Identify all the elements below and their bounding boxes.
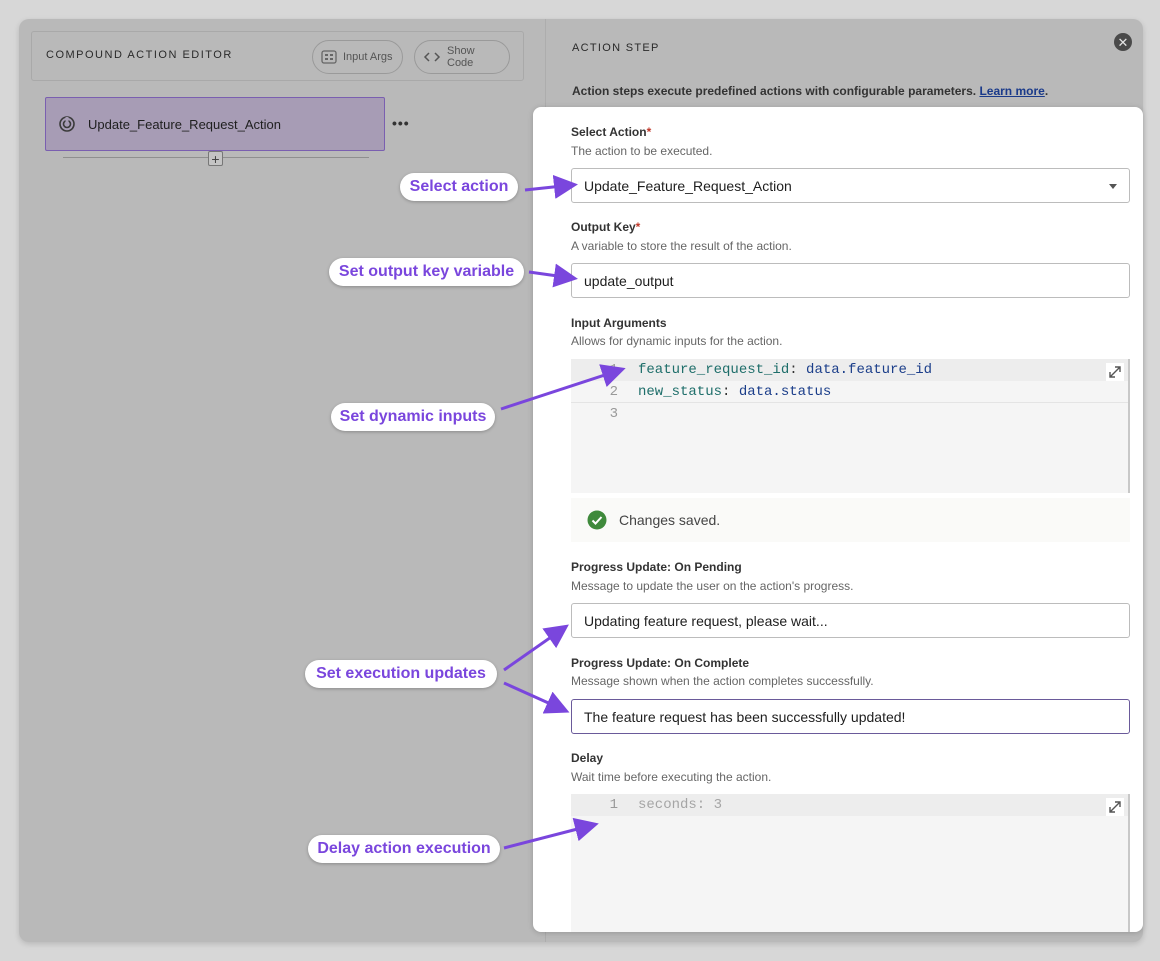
select-action-label: Select Action* (571, 125, 652, 139)
input-args-icon (321, 50, 337, 64)
progress-complete-label: Progress Update: On Complete (571, 656, 750, 670)
node-more-menu-icon[interactable]: ••• (392, 115, 410, 131)
progress-pending-input[interactable]: Updating feature request, please wait... (571, 603, 1130, 638)
progress-pending-label: Progress Update: On Pending (571, 560, 742, 574)
action-node-icon (59, 116, 75, 132)
delay-label: Delay (571, 751, 604, 765)
code-line: 2 new_status: data.status (571, 381, 1128, 403)
annotation-execution-updates: Set execution updates (305, 660, 497, 688)
delay-editor[interactable]: 1 seconds: 3 (571, 794, 1130, 932)
learn-more-link[interactable]: Learn more (979, 84, 1044, 98)
annotation-select-action: Select action (400, 173, 518, 201)
delay-code-text: seconds: 3 (638, 797, 723, 813)
output-key-help: A variable to store the result of the ac… (571, 239, 792, 253)
caret-down-icon (1109, 184, 1117, 189)
select-action-dropdown[interactable]: Update_Feature_Request_Action (571, 168, 1130, 203)
add-step-button[interactable]: + (208, 151, 223, 166)
line-number: 1 (609, 362, 618, 378)
select-action-help: The action to be executed. (571, 144, 713, 158)
editor-header: COMPOUND ACTION EDITOR Input Args Show C… (31, 31, 524, 81)
check-circle-icon (587, 510, 607, 530)
action-step-title: ACTION STEP (572, 42, 660, 54)
progress-complete-value: The feature request has been successfull… (584, 708, 906, 725)
input-args-button[interactable]: Input Args (312, 40, 403, 74)
code-key: new_status (638, 384, 723, 400)
action-step-description: Action steps execute predefined actions … (572, 84, 1049, 98)
output-key-label: Output Key* (571, 220, 641, 234)
compound-action-editor-pane: COMPOUND ACTION EDITOR Input Args Show C… (19, 19, 545, 942)
code-key: feature_request_id (638, 362, 790, 378)
code-brackets-icon (423, 52, 441, 62)
input-args-label: Input Args (343, 51, 393, 63)
line-number: 1 (609, 797, 618, 813)
close-icon[interactable]: ✕ (1114, 33, 1132, 51)
input-arguments-help: Allows for dynamic inputs for the action… (571, 334, 783, 348)
changes-saved-status: Changes saved. (571, 498, 1130, 542)
output-key-value: update_output (584, 272, 674, 289)
action-node-label: Update_Feature_Request_Action (88, 116, 281, 132)
code-value: data.status (738, 384, 832, 400)
annotation-delay: Delay action execution (308, 835, 500, 863)
progress-pending-value: Updating feature request, please wait... (584, 612, 828, 629)
code-line: 1 feature_request_id: data.feature_id (571, 359, 1128, 381)
delay-help: Wait time before executing the action. (571, 770, 772, 784)
progress-pending-help: Message to update the user on the action… (571, 579, 854, 593)
select-action-value: Update_Feature_Request_Action (584, 177, 792, 194)
expand-icon[interactable] (1106, 363, 1124, 381)
input-arguments-label: Input Arguments (571, 316, 667, 330)
show-code-button[interactable]: Show Code (414, 40, 510, 74)
annotation-output-key: Set output key variable (329, 258, 524, 286)
line-number: 2 (609, 384, 618, 400)
expand-icon[interactable] (1106, 798, 1124, 816)
annotation-dynamic-inputs: Set dynamic inputs (331, 403, 495, 431)
editor-title: COMPOUND ACTION EDITOR (46, 49, 233, 61)
output-key-input[interactable]: update_output (571, 263, 1130, 298)
code-line: 1 seconds: 3 (571, 794, 1128, 816)
code-line: 3 (571, 403, 1128, 425)
action-step-form: Select Action* The action to be executed… (533, 107, 1143, 932)
show-code-label: Show Code (447, 45, 475, 69)
progress-complete-input[interactable]: The feature request has been successfull… (571, 699, 1130, 734)
progress-complete-help: Message shown when the action completes … (571, 674, 874, 688)
action-node[interactable]: Update_Feature_Request_Action (45, 97, 385, 151)
changes-saved-text: Changes saved. (619, 512, 721, 528)
line-number: 3 (609, 406, 618, 422)
input-arguments-editor[interactable]: 1 feature_request_id: data.feature_id 2 … (571, 359, 1130, 493)
code-value: data.feature_id (806, 362, 933, 378)
